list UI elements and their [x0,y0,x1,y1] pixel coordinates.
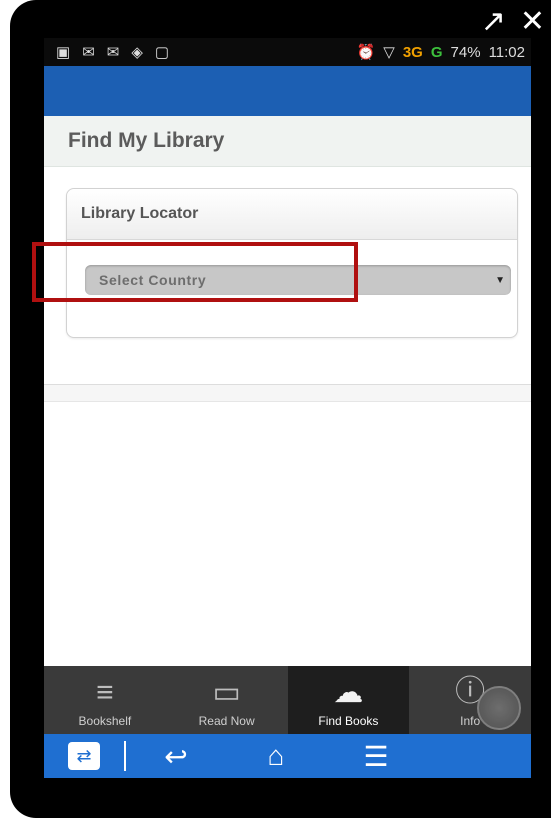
screen-icon: ▢ [154,44,170,61]
page-title: Find My Library [68,129,225,152]
chevron-down-icon: ▼ [495,274,505,286]
floating-assistive-button[interactable] [477,686,521,730]
battery-percent: 74% [450,43,481,61]
tab-label: Bookshelf [78,714,132,728]
app-bar [44,66,531,116]
teamviewer-icon[interactable]: ⇄ [68,742,100,770]
email-icon: ▣ [56,44,71,61]
status-bar: ▣ ✉ ✉ ◈ ▢ ⏰ ▽ 3G G 74% 11:02 [44,38,531,66]
twitter-icon: ✉ [82,44,95,61]
page-header: Find My Library [44,116,531,167]
tab-bookshelf[interactable]: ≡ Bookshelf [44,666,166,734]
bookshelf-icon: ≡ [96,676,114,709]
country-select[interactable]: Select Country ▼ [85,265,511,295]
wifi-icon: ▽ [383,44,395,61]
system-nav-bar: ⇄ ↩ ⌂ ☰ [44,734,531,778]
card-header: Library Locator [67,189,517,240]
tab-info[interactable]: ⓘ Info [409,666,531,734]
back-icon[interactable]: ↩ [126,740,226,773]
network-indicator-g: G [430,43,443,61]
country-select-value: Select Country [99,272,207,288]
home-icon[interactable]: ⌂ [226,740,326,772]
external-link-icon[interactable]: ↗ [481,4,506,39]
time: 11:02 [488,43,525,61]
network-indicator-3g: 3G [402,43,423,61]
tab-label: Find Books [318,714,379,728]
tab-label: Info [460,714,481,728]
open-book-icon: ▭ [212,676,241,709]
window-controls: ↗ ✕ [481,4,545,39]
library-locator-card: Library Locator Select Country ▼ [66,188,518,338]
mail-icon: ✉ [106,44,120,61]
card-title: Library Locator [81,205,199,222]
tab-read-now[interactable]: ▭ Read Now [166,666,288,734]
eye-icon: ◈ [131,44,143,61]
bottom-tab-bar: ≡ Bookshelf ▭ Read Now ☁ Find Books ⓘ In… [44,666,531,734]
status-right: ⏰ ▽ 3G G 74% 11:02 [356,43,531,62]
status-left-icons: ▣ ✉ ✉ ◈ ▢ [44,43,169,61]
section-divider [44,384,531,402]
content-screen: Find My Library Library Locator Select C… [44,116,531,666]
tab-label: Read Now [198,714,255,728]
download-cloud-icon: ☁ [333,676,364,709]
close-icon[interactable]: ✕ [520,4,545,39]
alarm-icon: ⏰ [356,44,376,61]
tab-find-books[interactable]: ☁ Find Books [287,666,410,734]
menu-icon[interactable]: ☰ [326,740,426,773]
